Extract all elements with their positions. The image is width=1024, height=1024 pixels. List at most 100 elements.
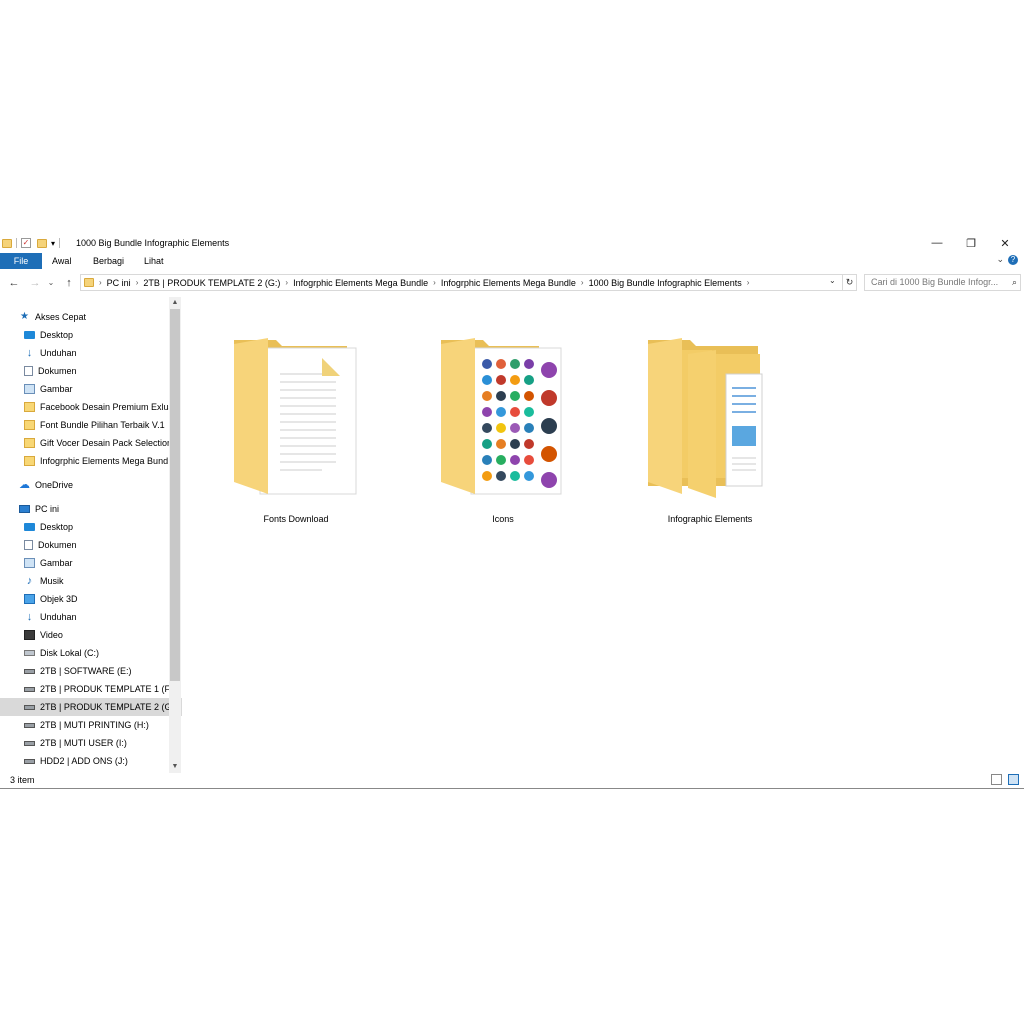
navigation-bar: ← → ⌄ ↑ › PC ini › 2TB | PRODUK TEMPLATE…	[0, 273, 1024, 293]
nav-item[interactable]: Desktop	[0, 518, 182, 536]
back-arrow-icon[interactable]: ←	[7, 275, 21, 291]
forward-arrow-icon[interactable]: →	[28, 275, 42, 291]
drive-icon	[24, 740, 35, 746]
nav-item[interactable]: Facebook Desain Premium Exlus	[0, 398, 182, 416]
nav-item[interactable]: Dokumen	[0, 536, 182, 554]
nav-item[interactable]: Gambar📌	[0, 380, 182, 398]
new-folder-icon[interactable]	[37, 238, 47, 248]
nav-item[interactable]: 2TB | PRODUK TEMPLATE 1 (F:)	[0, 680, 182, 698]
music-icon: ♪	[26, 575, 33, 587]
nav-item[interactable]: ♪ Musik	[0, 572, 182, 590]
local-disk-icon	[24, 650, 35, 656]
download-icon: ↓	[26, 347, 33, 359]
nav-item[interactable]: Infogrphic Elements Mega Bund	[0, 452, 182, 470]
cloud-icon: ☁	[19, 479, 30, 491]
nav-item[interactable]: ↓Unduhan📌	[0, 344, 182, 362]
nav-item[interactable]: 2TB | MUTI PRINTING (H:)	[0, 716, 182, 734]
nav-label: Akses Cepat	[35, 312, 87, 322]
chevron-right-icon[interactable]: ›	[746, 278, 751, 287]
nav-item[interactable]: Font Bundle Pilihan Terbaik V.1	[0, 416, 182, 434]
expand-ribbon-icon[interactable]: ⌄	[996, 254, 1004, 265]
customize-dropdown-icon[interactable]: ▾	[51, 239, 55, 248]
picture-icon	[24, 558, 35, 568]
nav-label: Gambar	[40, 384, 73, 394]
search-placeholder: Cari di 1000 Big Bundle Infogr...	[871, 277, 999, 287]
breadcrumb-pc[interactable]: PC ini	[103, 278, 135, 288]
file-explorer-window: ✓ ▾ 1000 Big Bundle Infographic Elements…	[0, 233, 1024, 789]
divider	[0, 788, 1024, 789]
properties-icon[interactable]: ✓	[21, 238, 31, 248]
nav-onedrive[interactable]: ☁ OneDrive	[0, 476, 182, 494]
document-icon	[24, 540, 33, 550]
star-icon: ★	[20, 311, 29, 322]
nav-item[interactable]: Video	[0, 626, 182, 644]
file-list: Fonts Download Icons Infographic Element…	[186, 297, 1024, 773]
nav-label: PC ini	[35, 504, 60, 514]
search-input[interactable]: Cari di 1000 Big Bundle Infogr... ⌕	[864, 274, 1021, 291]
nav-label: HDD2 | ADD ONS (J:)	[40, 756, 128, 766]
nav-label: Musik	[40, 576, 64, 586]
folder-document-icon	[234, 338, 357, 495]
scroll-down-icon[interactable]: ▼	[169, 761, 181, 773]
nav-item[interactable]: Dokumen📌	[0, 362, 182, 380]
folder-icon	[24, 402, 35, 412]
breadcrumb-folder-1[interactable]: Infogrphic Elements Mega Bundle	[289, 278, 432, 288]
tab-view[interactable]: Lihat	[144, 253, 164, 269]
nav-label: Desktop	[40, 330, 74, 340]
nav-label: Facebook Desain Premium Exlus	[40, 402, 174, 412]
folder-icon	[84, 278, 94, 287]
nav-item[interactable]: Disk Lokal (C:)	[0, 644, 182, 662]
close-button[interactable]: ✕	[990, 235, 1020, 251]
nav-item[interactable]: 2TB | PRODUK TEMPLATE 2 (G:)	[0, 698, 182, 716]
nav-label: Infogrphic Elements Mega Bund	[40, 456, 169, 466]
refresh-icon[interactable]: ↻	[843, 274, 857, 291]
ribbon-tabs: File Awal Berbagi Lihat ⌄ ?	[0, 253, 1024, 269]
address-bar[interactable]: › PC ini › 2TB | PRODUK TEMPLATE 2 (G:) …	[80, 274, 843, 291]
nav-label: OneDrive	[35, 480, 74, 490]
scroll-thumb[interactable]	[170, 309, 180, 681]
up-arrow-icon[interactable]: ↑	[62, 275, 76, 291]
nav-label: Dokumen	[38, 366, 77, 376]
nav-quick-access[interactable]: ★ Akses Cepat	[0, 308, 182, 326]
folder-item[interactable]	[636, 314, 784, 514]
recent-locations-icon[interactable]: ⌄	[44, 275, 58, 291]
nav-item[interactable]: ↓ Unduhan	[0, 608, 182, 626]
folder-icons-preview-icon	[441, 338, 562, 495]
nav-item[interactable]: Objek 3D	[0, 590, 182, 608]
folder-item[interactable]	[222, 314, 370, 514]
folder-icon	[24, 456, 35, 466]
nav-label: Unduhan	[40, 348, 77, 358]
folder-item[interactable]	[429, 314, 577, 514]
nav-item[interactable]: Desktop📌	[0, 326, 182, 344]
breadcrumb-folder-2[interactable]: Infogrphic Elements Mega Bundle	[437, 278, 580, 288]
nav-item[interactable]: Gift Vocer Desain Pack Selection	[0, 434, 182, 452]
nav-item[interactable]: 2TB | MUTI USER (I:)	[0, 734, 182, 752]
tab-home[interactable]: Awal	[52, 253, 71, 269]
minimize-button[interactable]: —	[922, 235, 952, 251]
nav-item[interactable]: 2TB | SOFTWARE (E:)	[0, 662, 182, 680]
chevron-down-icon[interactable]: ⌄	[829, 276, 836, 285]
breadcrumb-drive[interactable]: 2TB | PRODUK TEMPLATE 2 (G:)	[139, 278, 284, 288]
quick-access-toolbar: ✓ ▾	[2, 237, 64, 249]
search-icon: ⌕	[1011, 277, 1017, 287]
large-icons-view-icon[interactable]	[1008, 774, 1019, 785]
status-bar: 3 item	[0, 773, 1024, 789]
nav-scrollbar[interactable]: ▲ ▼	[169, 297, 181, 773]
nav-this-pc[interactable]: PC ini	[0, 500, 182, 518]
help-icon[interactable]: ?	[1008, 255, 1018, 265]
video-icon	[24, 630, 35, 640]
details-view-icon[interactable]	[991, 774, 1002, 785]
nav-item[interactable]: Gambar	[0, 554, 182, 572]
scroll-up-icon[interactable]: ▲	[169, 297, 181, 309]
tab-share[interactable]: Berbagi	[93, 253, 124, 269]
maximize-button[interactable]: ❐	[956, 235, 986, 251]
3d-objects-icon	[24, 594, 35, 604]
nav-item[interactable]: HDD2 | ADD ONS (J:)	[0, 752, 182, 770]
folder-icon	[24, 420, 35, 430]
tab-file[interactable]: File	[0, 253, 42, 269]
item-label: Icons	[492, 514, 514, 524]
breadcrumb-current[interactable]: 1000 Big Bundle Infographic Elements	[585, 278, 746, 288]
item-count: 3 item	[10, 775, 35, 785]
title-bar: ✓ ▾ 1000 Big Bundle Infographic Elements…	[0, 233, 1024, 253]
window-title: 1000 Big Bundle Infographic Elements	[76, 238, 230, 248]
